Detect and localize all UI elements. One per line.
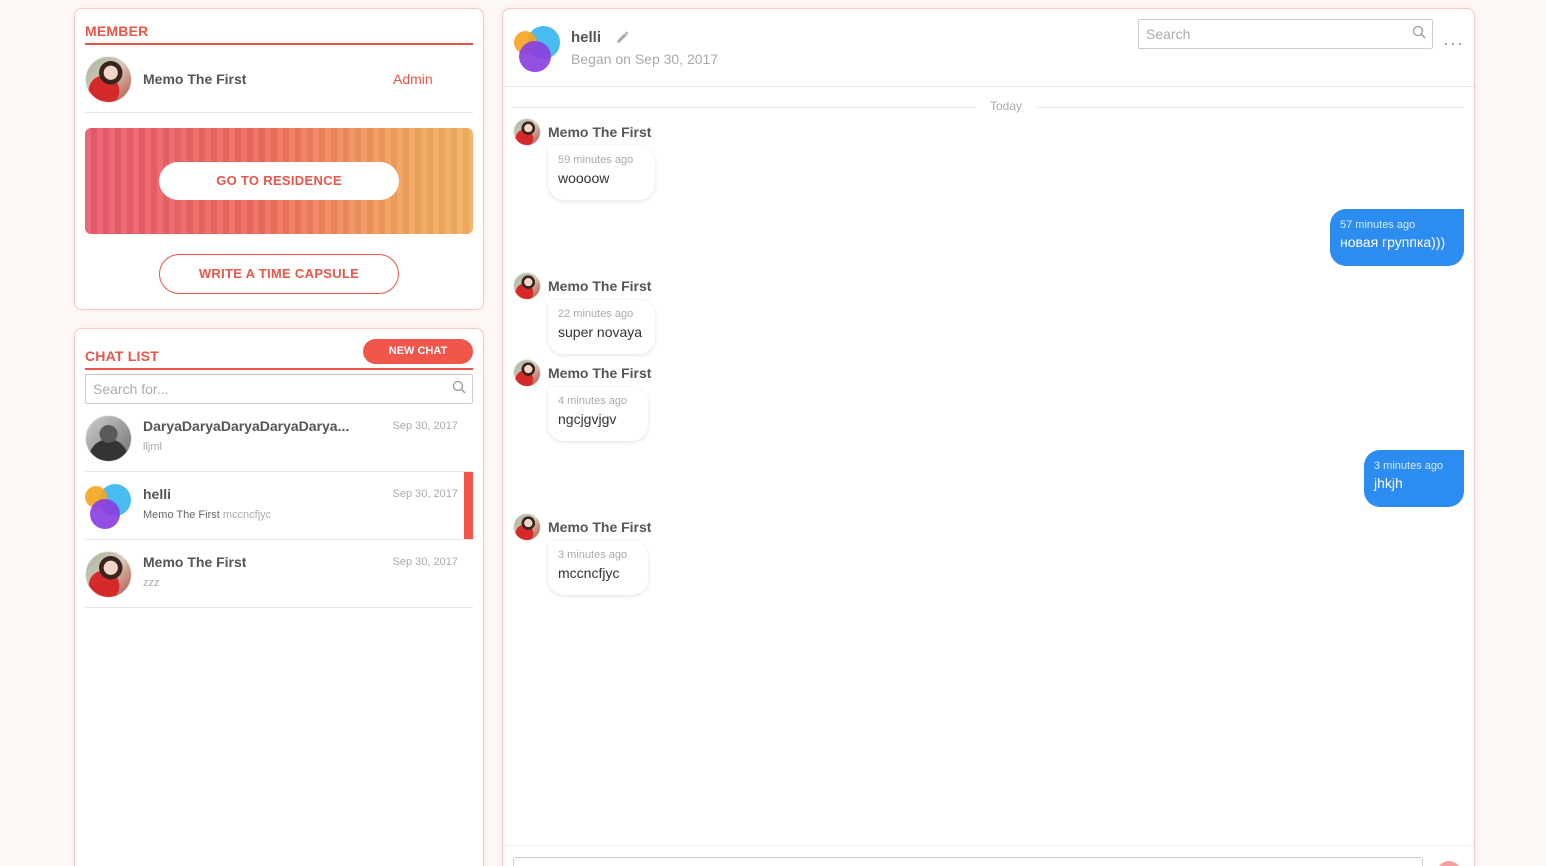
message-bubble-outgoing: 57 minutes ago новая группка))) (1330, 209, 1464, 266)
chat-list-search-input[interactable]: Search for... (85, 374, 473, 404)
chat-preview: lljml (143, 441, 162, 453)
chat-name: Memo The First (143, 554, 247, 570)
message-avatar[interactable] (513, 272, 541, 300)
message-text: ngcjgvjgv (558, 411, 617, 427)
residence-banner: GO TO RESIDENCE (85, 128, 473, 234)
chat-list-item-darya[interactable]: DaryaDaryaDaryaDaryaDarya... Sep 30, 201… (85, 404, 473, 472)
chat-name: helli (143, 486, 172, 502)
member-divider (85, 112, 473, 113)
chat-date: Sep 30, 2017 (392, 488, 458, 500)
member-panel: MEMBER Memo The First Admin GO TO RESIDE… (74, 8, 484, 310)
chat-panel: helli Began on Sep 30, 2017 Search ··· T… (502, 8, 1475, 866)
member-avatar[interactable] (85, 56, 132, 103)
member-title-rule (85, 43, 473, 45)
chat-preview-text: lljml (143, 441, 162, 453)
chat-preview: Memo The First mccncfjyc (143, 509, 271, 521)
chat-title: helli (571, 29, 602, 46)
chat-header-avatar (513, 25, 561, 73)
chat-header-divider (503, 86, 1474, 87)
message-text: mccncfjyc (558, 565, 620, 581)
chat-list-title: CHAT LIST (85, 348, 159, 364)
go-to-residence-button[interactable]: GO TO RESIDENCE (159, 162, 399, 200)
chat-avatar (85, 551, 132, 598)
search-icon (452, 380, 466, 394)
message-time: 3 minutes ago (558, 549, 628, 561)
message-bubble-outgoing: 3 minutes ago jhkjh (1364, 450, 1464, 507)
message-text: woooow (558, 170, 610, 186)
chat-name: DaryaDaryaDaryaDaryaDarya... (143, 418, 350, 434)
chat-preview-text: zzz (143, 577, 160, 589)
chat-row-divider (85, 607, 473, 608)
member-role: Admin (393, 71, 433, 87)
message-time: 57 minutes ago (1340, 219, 1416, 231)
message-text: super novaya (558, 324, 643, 340)
chat-preview: zzz (143, 577, 160, 589)
chat-preview-sender: Memo The First (143, 509, 220, 521)
chat-subtitle: Began on Sep 30, 2017 (571, 51, 719, 67)
message-text: jhkjh (1374, 475, 1403, 491)
message-avatar[interactable] (513, 118, 541, 146)
message-bubble-incoming: 3 minutes ago mccncfjyc (548, 541, 648, 595)
chat-date: Sep 30, 2017 (392, 420, 458, 432)
search-icon (1412, 25, 1426, 39)
chat-date: Sep 30, 2017 (392, 556, 458, 568)
message-time: 3 minutes ago (1374, 460, 1444, 472)
member-section-title: MEMBER (85, 23, 149, 39)
message-bubble-incoming: 22 minutes ago super novaya (548, 300, 655, 354)
edit-icon[interactable] (615, 31, 629, 45)
group-avatar (85, 484, 132, 531)
member-name[interactable]: Memo The First (143, 71, 246, 87)
chat-list-item-memo[interactable]: Memo The First Sep 30, 2017 zzz (85, 540, 473, 608)
message-time: 4 minutes ago (558, 395, 628, 407)
message-sender: Memo The First (548, 124, 652, 140)
chat-list-search-placeholder: Search for... (93, 381, 169, 397)
chat-search-input[interactable]: Search (1138, 19, 1433, 49)
day-label: Today (975, 99, 1037, 113)
compose-divider (503, 845, 1474, 846)
send-button[interactable] (1437, 861, 1461, 866)
message-avatar[interactable] (513, 513, 541, 541)
message-sender: Memo The First (548, 519, 652, 535)
chat-list-item-helli[interactable]: helli Sep 30, 2017 Memo The First mccncf… (85, 472, 473, 540)
message-avatar[interactable] (513, 359, 541, 387)
write-time-capsule-button[interactable]: WRITE A TIME CAPSULE (159, 254, 399, 294)
chat-list-panel: CHAT LIST NEW CHAT Search for... DaryaDa… (74, 328, 484, 866)
message-sender: Memo The First (548, 278, 652, 294)
message-time: 22 minutes ago (558, 308, 634, 320)
message-time: 59 minutes ago (558, 154, 634, 166)
more-options-icon[interactable]: ··· (1443, 33, 1464, 54)
message-input[interactable] (513, 857, 1423, 866)
chat-avatar (85, 415, 132, 462)
active-chat-indicator (464, 472, 473, 540)
message-text: новая группка))) (1340, 234, 1446, 250)
chat-search-placeholder: Search (1146, 26, 1191, 42)
new-chat-button[interactable]: NEW CHAT (363, 339, 473, 364)
message-bubble-incoming: 59 minutes ago woooow (548, 146, 655, 200)
chat-list-title-rule (85, 368, 473, 370)
message-sender: Memo The First (548, 365, 652, 381)
chat-preview-text: mccncfjyc (222, 509, 272, 521)
message-bubble-incoming: 4 minutes ago ngcjgvjgv (548, 387, 648, 441)
